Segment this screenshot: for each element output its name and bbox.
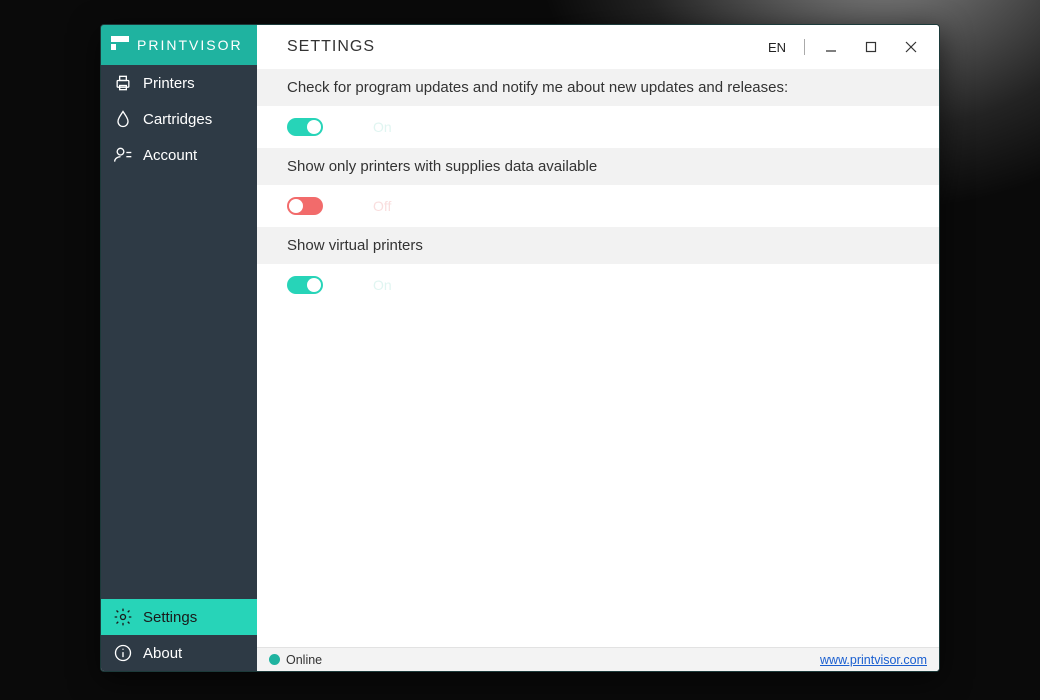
logo-mark-icon [111, 36, 129, 54]
app-logo: PRINTVISOR [101, 25, 257, 65]
toggle-virtual-printers[interactable] [287, 276, 323, 294]
nav-top: Printers Cartridges Account [101, 65, 257, 173]
toggle-supplies-only[interactable] [287, 197, 323, 215]
toggle-updates[interactable] [287, 118, 323, 136]
maximize-button[interactable] [857, 35, 885, 59]
close-button[interactable] [897, 35, 925, 59]
setting-row-updates: On [257, 106, 939, 148]
info-icon [113, 643, 133, 663]
status-indicator-icon [269, 654, 280, 665]
account-icon [113, 145, 133, 165]
settings-content: Check for program updates and notify me … [257, 69, 939, 647]
setting-label: Show only printers with supplies data av… [257, 148, 939, 185]
vendor-link[interactable]: www.printvisor.com [820, 653, 927, 667]
sidebar-item-settings[interactable]: Settings [101, 599, 257, 635]
brand-label: PRINTVISOR [137, 37, 243, 53]
sidebar-item-label: Account [143, 147, 197, 164]
status-bar: Online www.printvisor.com [257, 647, 939, 671]
sidebar-item-label: Cartridges [143, 111, 212, 128]
sidebar-item-cartridges[interactable]: Cartridges [101, 101, 257, 137]
setting-label: Show virtual printers [257, 227, 939, 264]
sidebar-item-account[interactable]: Account [101, 137, 257, 173]
minimize-button[interactable] [817, 35, 845, 59]
toggle-state-label: Off [373, 198, 391, 214]
toggle-state-label: On [373, 277, 392, 293]
setting-row-virtual: On [257, 264, 939, 306]
setting-label: Check for program updates and notify me … [257, 69, 939, 106]
gear-icon [113, 607, 133, 627]
sidebar-item-about[interactable]: About [101, 635, 257, 671]
sidebar-item-label: Settings [143, 609, 197, 626]
sidebar-item-label: Printers [143, 75, 195, 92]
sidebar-item-label: About [143, 645, 182, 662]
language-button[interactable]: EN [762, 40, 792, 55]
page-title: SETTINGS [287, 38, 750, 56]
sidebar: PRINTVISOR Printers Cartridges Account [101, 25, 257, 671]
main-area: SETTINGS EN Check for program updates an… [257, 25, 939, 671]
header-bar: SETTINGS EN [257, 25, 939, 69]
toggle-state-label: On [373, 119, 392, 135]
drop-icon [113, 109, 133, 129]
sidebar-item-printers[interactable]: Printers [101, 65, 257, 101]
status-text: Online [286, 653, 322, 667]
header-divider [804, 39, 805, 55]
setting-row-supplies: Off [257, 185, 939, 227]
printer-icon [113, 73, 133, 93]
app-window: PRINTVISOR Printers Cartridges Account [100, 24, 940, 672]
nav-bottom: Settings About [101, 599, 257, 671]
